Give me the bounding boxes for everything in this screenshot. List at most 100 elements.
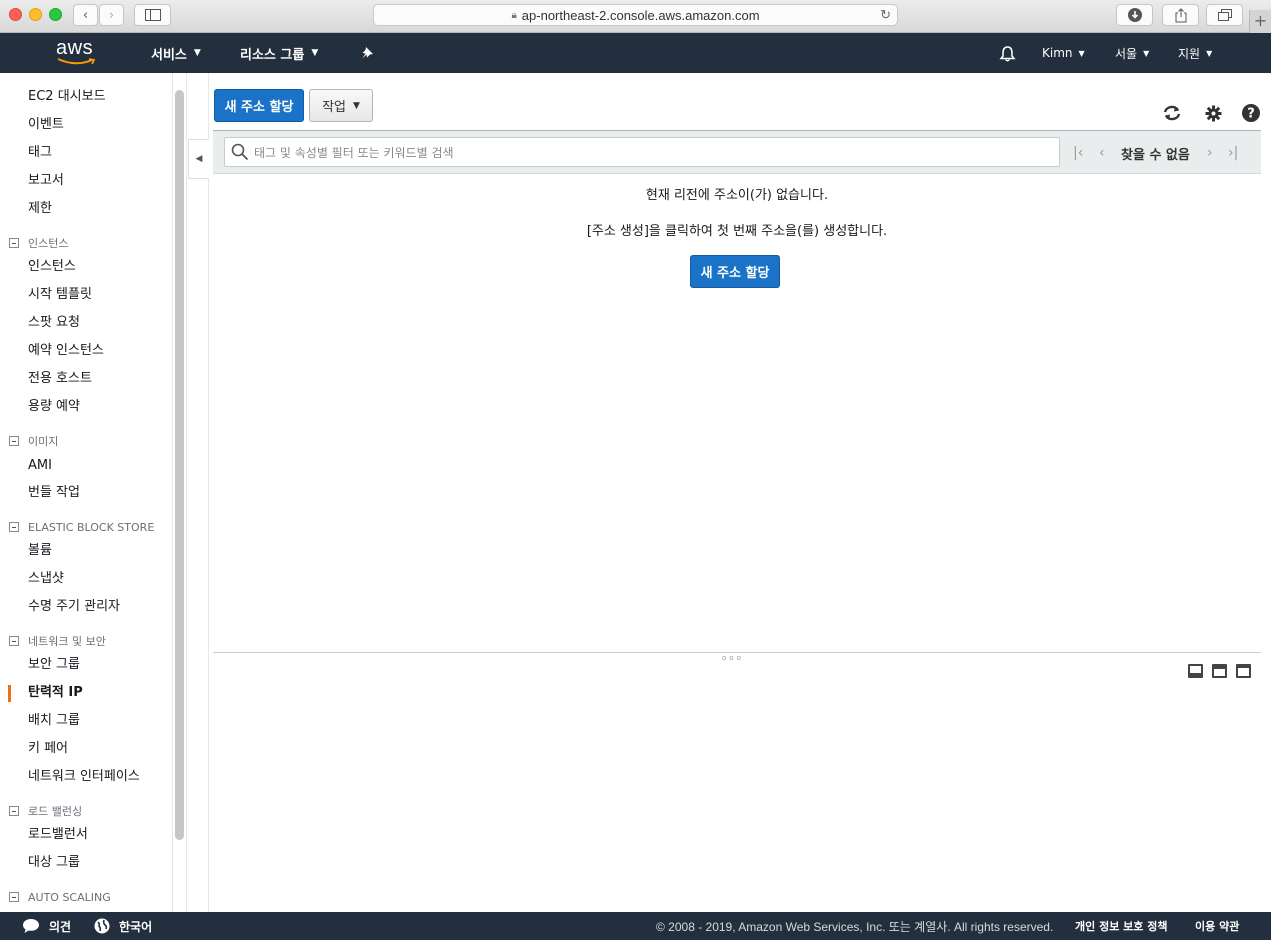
sidebar-item-ami[interactable]: AMI [28,457,52,475]
sidebar-item-events[interactable]: 이벤트 [28,116,64,134]
chevron-down-icon: ▼ [193,48,201,58]
minimize-window-button[interactable] [29,8,42,21]
chevron-down-icon: ▼ [1206,48,1213,58]
active-item-indicator [8,685,11,702]
sidebar-item-network-interfaces[interactable]: 네트워크 인터페이스 [28,768,140,786]
section-title: 이미지 [28,435,59,448]
sidebar-scrollbar[interactable] [175,90,184,840]
allocate-address-button[interactable]: 새 주소 할당 [214,89,304,122]
bell-icon [999,45,1016,61]
search-icon [231,143,249,161]
filter-bar: 태그 및 속성별 필터 또는 키워드별 검색 |‹ ‹ 찾을 수 없음 › ›| [213,130,1261,174]
refresh-icon [1163,105,1181,121]
forward-button[interactable]: › [99,4,124,26]
sidebar-item-load-balancers[interactable]: 로드밸런서 [28,826,88,844]
collapse-section-icon [9,238,19,248]
sidebar-item-target-groups[interactable]: 대상 그룹 [28,854,80,872]
sidebar-item-instances[interactable]: 인스턴스 [28,258,76,276]
sidebar-item-reserved-instances[interactable]: 예약 인스턴스 [28,342,104,360]
terms-of-use-link[interactable]: 이용 약관 [1195,912,1239,940]
drag-handle-icon[interactable]: ooo [722,654,744,662]
panel-layout-top-icon[interactable] [1236,664,1251,678]
search-input[interactable]: 태그 및 속성별 필터 또는 키워드별 검색 [224,137,1060,167]
sidebar-toggle-button[interactable] [134,4,171,26]
account-menu[interactable]: Kimn ▼ [1042,33,1085,73]
split-pane-divider[interactable] [213,652,1261,653]
next-page-button[interactable]: › [1207,131,1213,175]
aws-smile-icon [57,58,96,65]
collapse-sidebar-button[interactable]: ◀ [188,139,209,179]
sidebar-item-bundle-tasks[interactable]: 번들 작업 [28,484,80,502]
console-footer: 의견 한국어 © 2008 - 2019, Amazon Web Service… [0,912,1271,940]
allocate-address-button-center[interactable]: 새 주소 할당 [690,255,780,288]
triangle-left-icon: ◀ [195,154,203,164]
close-window-button[interactable] [9,8,22,21]
sidebar-item-launch-templates[interactable]: 시작 템플릿 [28,286,92,304]
sidebar-item-limits[interactable]: 제한 [28,200,52,218]
region-menu[interactable]: 서울 ▼ [1115,33,1149,73]
share-icon [1175,7,1186,22]
share-button[interactable] [1162,4,1199,26]
sidebar-item-security-groups[interactable]: 보안 그룹 [28,656,80,674]
address-bar[interactable]: 🔒︎ ap-northeast-2.console.aws.amazon.com… [373,4,898,26]
sidebar-section-instances[interactable]: 인스턴스 [9,235,68,251]
empty-state-message: 현재 리전에 주소이(가) 없습니다. [645,188,829,203]
notifications-button[interactable] [999,33,1016,73]
sidebar-item-spot-requests[interactable]: 스팟 요청 [28,314,80,332]
chevron-left-icon: ‹ [82,7,89,23]
section-title: 네트워크 및 보안 [28,635,106,648]
sidebar-item-tags[interactable]: 태그 [28,144,52,162]
collapse-section-icon [9,522,19,532]
section-title: 로드 밸런싱 [28,805,83,818]
empty-state-hint: [주소 생성]을 클릭하여 첫 번째 주소을(를) 생성합니다. [586,224,888,239]
copyright-text: © 2008 - 2019, Amazon Web Services, Inc.… [656,919,1054,934]
tabs-button[interactable] [1206,4,1243,26]
search-placeholder: 태그 및 속성별 필터 또는 키워드별 검색 [254,145,454,160]
new-tab-button[interactable]: + [1249,10,1271,33]
downloads-button[interactable] [1116,4,1153,26]
actions-label: 작업 [322,100,346,115]
sidebar-item-reports[interactable]: 보고서 [28,172,64,190]
sidebar-item-ec2-dashboard[interactable]: EC2 대시보드 [28,88,106,106]
sidebar-item-lifecycle-manager[interactable]: 수명 주기 관리자 [28,598,120,616]
pin-button[interactable] [361,33,374,73]
actions-dropdown-button[interactable]: 작업 ▼ [309,89,373,122]
help-button[interactable]: ? [1241,103,1261,123]
last-page-button[interactable]: ›| [1228,131,1238,175]
sidebar-item-volumes[interactable]: 볼륨 [28,542,52,560]
section-title: AUTO SCALING [28,890,111,904]
panel-layout-split-icon[interactable] [1212,664,1227,678]
sidebar-item-placement-groups[interactable]: 배치 그룹 [28,712,80,730]
sidebar-section-ebs[interactable]: ELASTIC BLOCK STORE [9,519,154,535]
feedback-link[interactable]: 의견 [22,912,71,940]
previous-page-button[interactable]: ‹ [1099,131,1105,175]
reload-icon[interactable]: ↻ [880,7,891,23]
sidebar-item-snapshots[interactable]: 스냅샷 [28,570,64,588]
refresh-button[interactable] [1162,103,1182,123]
sidebar-section-images[interactable]: 이미지 [9,433,58,449]
first-page-button[interactable]: |‹ [1073,131,1083,175]
panel-layout-bottom-icon[interactable] [1188,664,1203,678]
help-icon: ? [1242,104,1260,122]
tabs-icon [1217,9,1232,21]
zoom-window-button[interactable] [49,8,62,21]
sidebar-item-elastic-ips[interactable]: 탄력적 IP [28,684,83,702]
chevron-down-icon: ▼ [1078,48,1085,58]
back-button[interactable]: ‹ [73,4,98,26]
sidebar-section-auto-scaling[interactable]: AUTO SCALING [9,889,111,905]
feedback-label: 의견 [49,919,72,934]
resource-groups-menu[interactable]: 리소스 그룹 ▼ [240,33,318,73]
language-selector[interactable]: 한국어 [94,912,152,940]
privacy-policy-link[interactable]: 개인 정보 보호 정책 [1075,912,1167,940]
sidebar-item-capacity-reservations[interactable]: 용량 예약 [28,398,80,416]
last-page-icon: ›| [1228,145,1239,161]
support-menu[interactable]: 지원 ▼ [1178,33,1212,73]
sidebar-item-dedicated-hosts[interactable]: 전용 호스트 [28,370,92,388]
aws-logo[interactable]: aws [56,37,98,67]
services-menu[interactable]: 서비스 ▼ [151,33,201,73]
settings-button[interactable] [1203,103,1223,123]
sidebar-section-load-balancing[interactable]: 로드 밸런싱 [9,803,82,819]
sidebar-section-network-security[interactable]: 네트워크 및 보안 [9,633,106,649]
chevron-down-icon: ▼ [1143,48,1150,58]
sidebar-item-key-pairs[interactable]: 키 페어 [28,740,68,758]
